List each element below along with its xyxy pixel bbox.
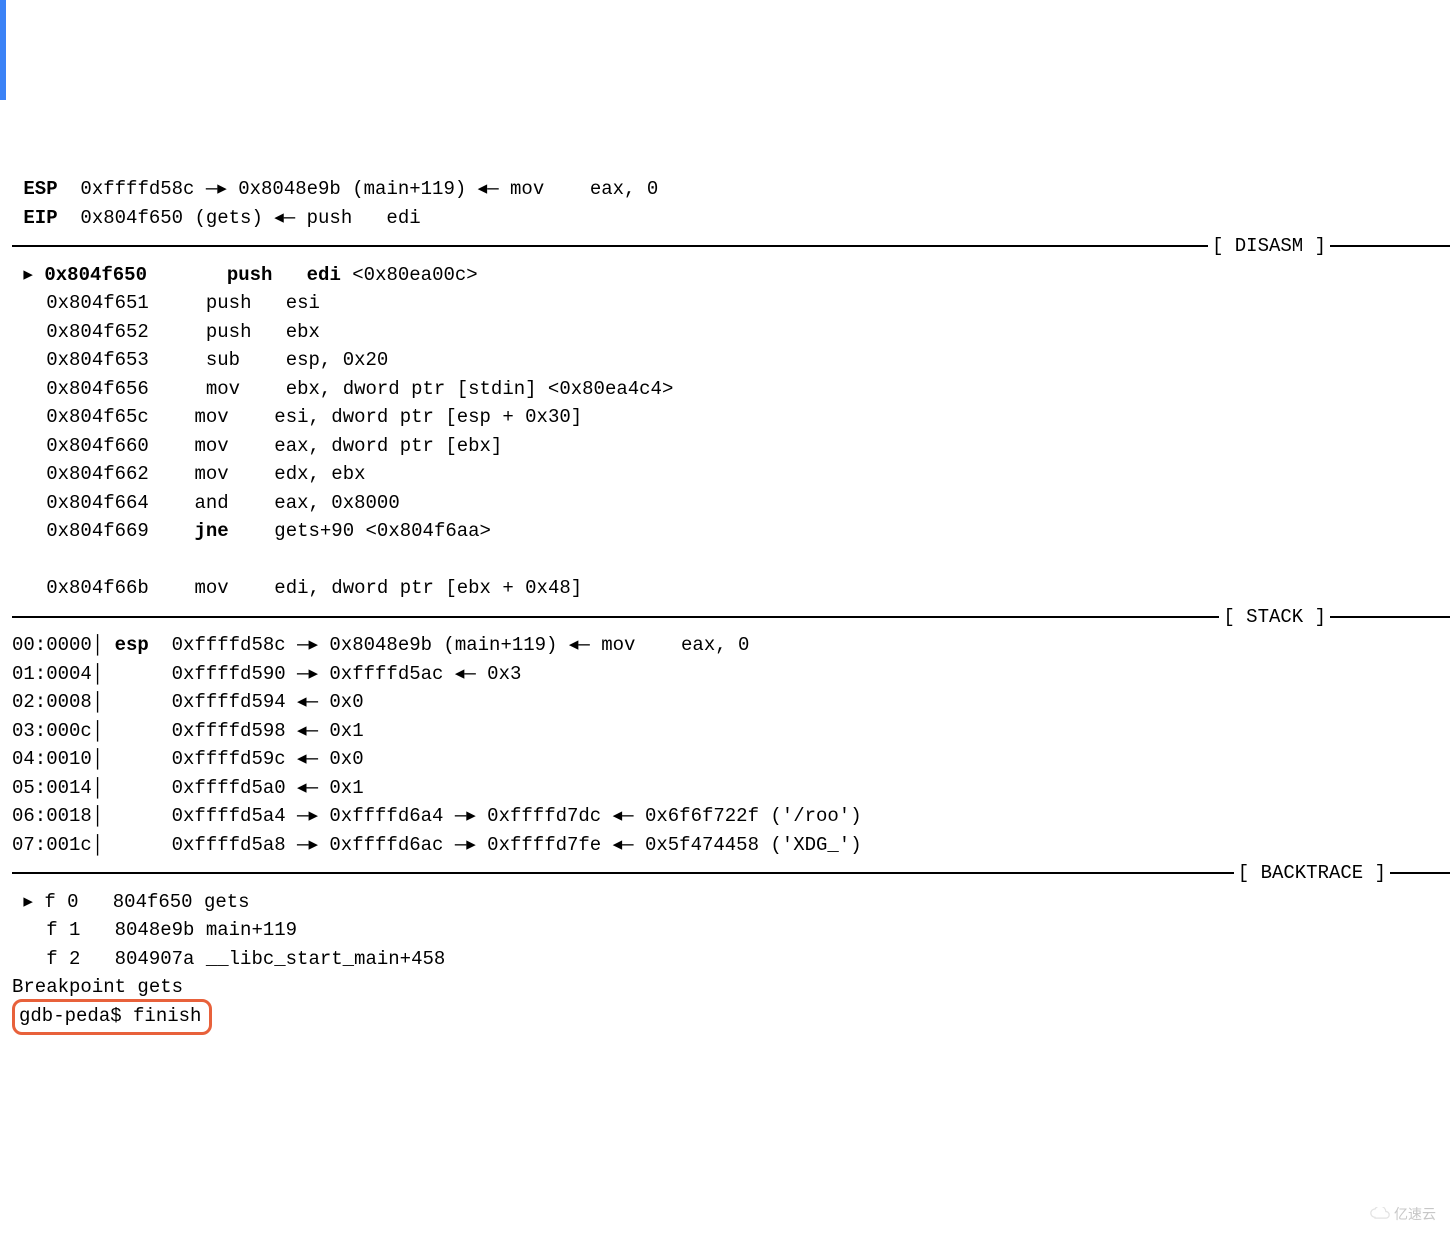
disasm-row: 0x804f651 push esi bbox=[12, 289, 1450, 318]
section-disasm-header: [ DISASM ] bbox=[12, 232, 1450, 261]
disasm-row: 0x804f660 mov eax, dword ptr [ebx] bbox=[12, 432, 1450, 461]
stack-row: 01:0004│ 0xffffd590 0xffffd5ac 0x3 bbox=[12, 660, 1450, 689]
disasm-row: 0x804f653 sub esp, 0x20 bbox=[12, 346, 1450, 375]
stack-row: 07:001c│ 0xffffd5a8 0xffffd6ac 0xffffd7f… bbox=[12, 831, 1450, 860]
backtrace-row: f 0 804f650 gets bbox=[12, 888, 1450, 917]
disasm-row: 0x804f656 mov ebx, dword ptr [stdin] <0x… bbox=[12, 375, 1450, 404]
stack-row: 06:0018│ 0xffffd5a4 0xffffd6a4 0xffffd7d… bbox=[12, 802, 1450, 831]
watermark-text: 亿速云 bbox=[1394, 1204, 1436, 1225]
disasm-row: 0x804f669 jne gets+90 <0x804f6aa> bbox=[12, 517, 1450, 546]
disasm-blank bbox=[12, 546, 1450, 575]
disasm-row: 0x804f650 push edi <0x80ea00c> bbox=[12, 261, 1450, 290]
left-accent-bar bbox=[0, 0, 6, 100]
breakpoint-line: Breakpoint gets bbox=[12, 973, 1450, 1002]
disasm-row: 0x804f65c mov esi, dword ptr [esp + 0x30… bbox=[12, 403, 1450, 432]
backtrace-row: f 1 8048e9b main+119 bbox=[12, 916, 1450, 945]
stack-row: 04:0010│ 0xffffd59c 0x0 bbox=[12, 745, 1450, 774]
disasm-row: 0x804f652 push ebx bbox=[12, 318, 1450, 347]
register-eip: EIP 0x804f650 (gets) push edi bbox=[12, 204, 1450, 233]
disasm-row: 0x804f664 and eax, 0x8000 bbox=[12, 489, 1450, 518]
disasm-row: 0x804f662 mov edx, ebx bbox=[12, 460, 1450, 489]
register-esp: ESP 0xffffd58c 0x8048e9b (main+119) mov … bbox=[12, 175, 1450, 204]
stack-row: 02:0008│ 0xffffd594 0x0 bbox=[12, 688, 1450, 717]
stack-row: 03:000c│ 0xffffd598 0x1 bbox=[12, 717, 1450, 746]
stack-row: 05:0014│ 0xffffd5a0 0x1 bbox=[12, 774, 1450, 803]
prompt-line[interactable]: gdb-peda$ finish bbox=[12, 1002, 1450, 1036]
section-backtrace-header: [ BACKTRACE ] bbox=[12, 859, 1450, 888]
disasm-row: 0x804f66b mov edi, dword ptr [ebx + 0x48… bbox=[12, 574, 1450, 603]
stack-row: 00:0000│ esp 0xffffd58c 0x8048e9b (main+… bbox=[12, 631, 1450, 660]
section-stack-header: [ STACK ] bbox=[12, 603, 1450, 632]
backtrace-row: f 2 804907a __libc_start_main+458 bbox=[12, 945, 1450, 974]
watermark: 亿速云 bbox=[1370, 1204, 1436, 1225]
